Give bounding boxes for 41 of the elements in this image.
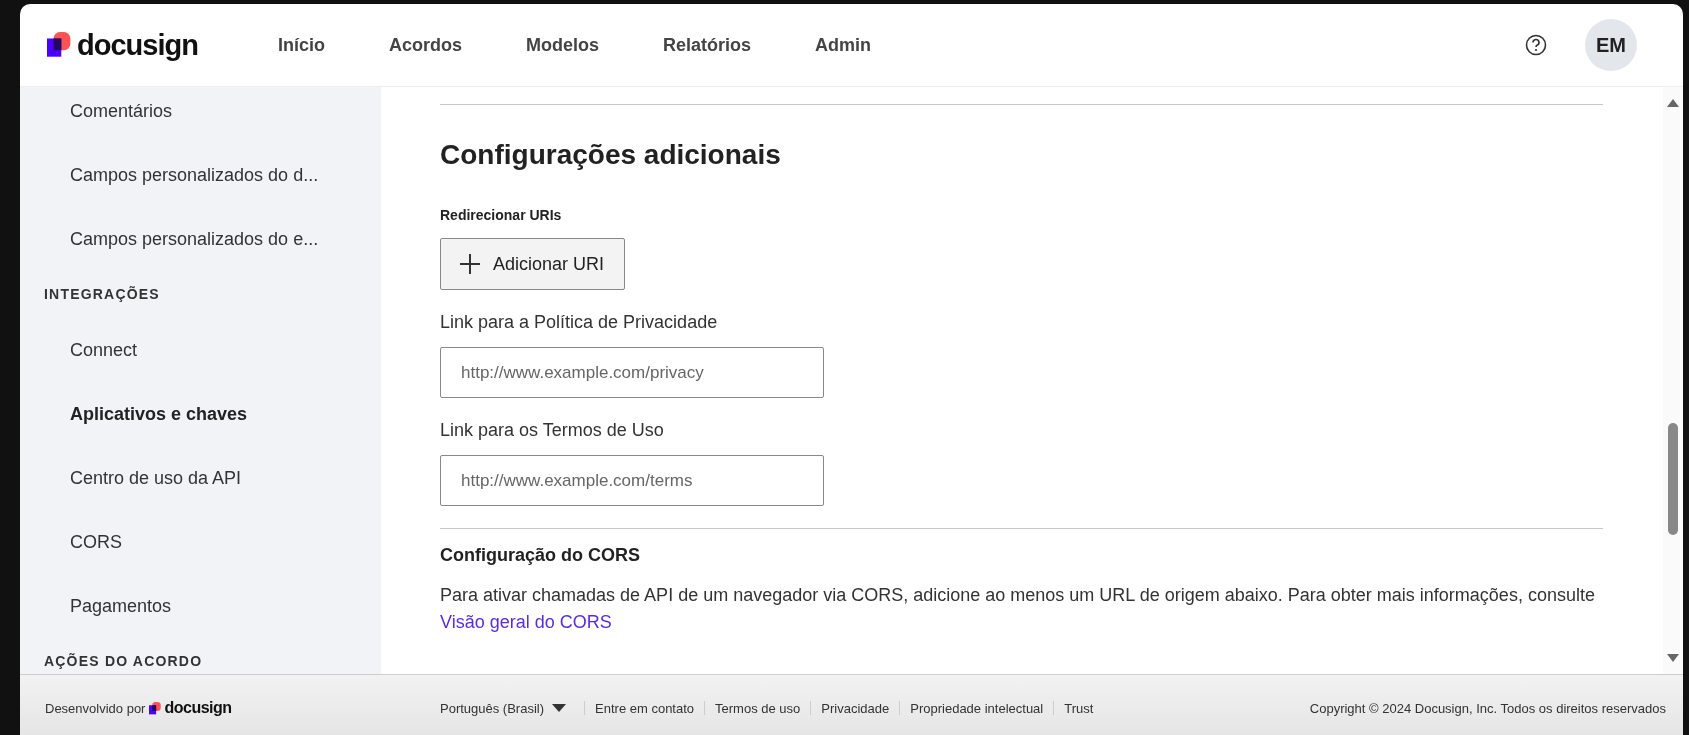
nav-link[interactable]: Início <box>245 34 357 56</box>
cors-overview-link[interactable]: Visão geral do CORS <box>440 612 612 632</box>
nav-link[interactable]: Relatórios <box>630 34 783 56</box>
subsection-title: Configuração do CORS <box>440 545 641 566</box>
sidebar-item[interactable]: Centro de uso da API <box>20 457 381 499</box>
nav-link[interactable]: Acordos <box>356 34 494 56</box>
footer-logo-text: docusign <box>164 699 232 717</box>
cors-description: Para ativar chamadas de API de um navegador via CORS, adicione ao menos um URL de origem abaixo. Para obter mais informações, consulte Visão geral do CORS <box>440 584 1596 634</box>
footer-link[interactable]: Propriedade intelectual <box>910 700 1044 716</box>
sidebar-item[interactable]: Aplicativos e chaves <box>20 393 381 435</box>
sidebar-item[interactable]: Comentários <box>20 90 381 132</box>
footer-link[interactable]: Entre em contato <box>595 700 695 716</box>
section-title: Configurações adicionais <box>440 139 782 171</box>
help-icon[interactable] <box>1525 34 1547 56</box>
logo-text[interactable]: docusign <box>77 28 198 62</box>
field-label: Link para a Política de Privacidade <box>440 312 719 333</box>
logo-icon <box>47 32 73 58</box>
sidebar-item[interactable]: Connect <box>20 329 381 371</box>
sidebar-item[interactable]: Pagamentos <box>20 585 381 627</box>
footer-link[interactable]: Privacidade <box>821 700 890 716</box>
plus-icon <box>459 253 481 275</box>
add-uri-button[interactable]: Adicionar URI <box>440 238 626 290</box>
sidebar-section-heading: AÇÕES DO ACORDO <box>43 652 204 671</box>
input-field[interactable]: http://www.example.com/terms <box>440 455 824 506</box>
field-label: Redirecionar URIs <box>440 207 563 223</box>
sidebar-item[interactable]: CORS <box>20 521 381 563</box>
scrollbar[interactable] <box>1663 87 1683 674</box>
footer-link[interactable]: Trust <box>1064 700 1094 716</box>
language-selector[interactable]: Português (Brasil) <box>440 700 567 716</box>
footer-link[interactable]: Termos de uso <box>715 700 801 716</box>
sidebar-item[interactable]: Campos personalizados do e... <box>20 218 381 260</box>
nav-link[interactable]: Modelos <box>493 34 631 56</box>
copyright-text: Copyright © 2024 Docusign, Inc. Todos os direitos reservados <box>1309 700 1666 716</box>
sidebar-section-heading: INTEGRAÇÕES <box>43 285 161 304</box>
field-label: Link para os Termos de Uso <box>440 420 665 441</box>
nav-link[interactable]: Admin <box>782 34 903 56</box>
input-field[interactable]: http://www.example.com/privacy <box>440 347 824 398</box>
powered-by-text: Desenvolvido por <box>45 700 146 716</box>
logo-icon <box>149 701 163 715</box>
sidebar-item[interactable]: Campos personalizados do d... <box>20 154 381 196</box>
user-avatar[interactable]: EM <box>1585 19 1637 71</box>
